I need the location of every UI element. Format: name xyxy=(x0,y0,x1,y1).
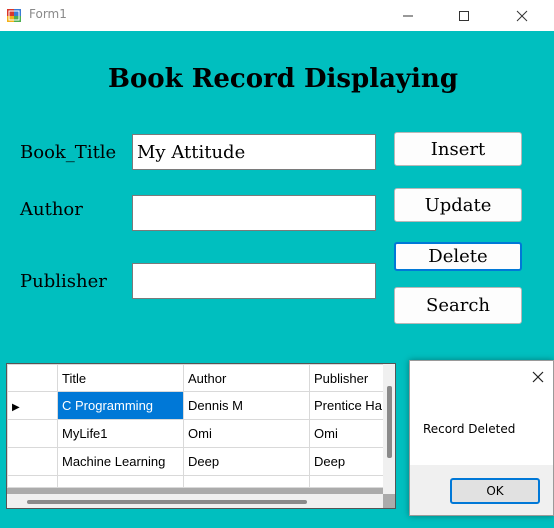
table-row[interactable]: MyLife1 Omi Omi xyxy=(7,419,387,448)
message-box-dialog: Record Deleted OK xyxy=(409,360,554,516)
grid-cell-publisher[interactable] xyxy=(309,475,387,488)
column-header-title[interactable]: Title xyxy=(57,364,184,392)
grid-vertical-scrollbar[interactable] xyxy=(383,364,395,494)
book-title-input[interactable] xyxy=(132,134,376,170)
minimize-button[interactable] xyxy=(385,0,431,31)
column-header-publisher[interactable]: Publisher xyxy=(309,364,387,392)
grid-cell-publisher[interactable]: Prentice Ha xyxy=(309,391,387,420)
close-window-button[interactable] xyxy=(499,0,545,31)
column-header-author[interactable]: Author xyxy=(183,364,310,392)
page-title: Book Record Displaying xyxy=(107,64,458,94)
windows-form-icon xyxy=(6,7,22,23)
grid-horizontal-scrollbar[interactable] xyxy=(7,494,383,508)
table-row[interactable]: ▶ C Programming Dennis M Prentice Ha xyxy=(7,391,387,420)
dialog-footer: OK xyxy=(410,465,553,515)
books-data-grid[interactable]: Title Author Publisher ▶ C Programming D… xyxy=(6,363,396,509)
row-header[interactable] xyxy=(7,475,58,488)
grid-cell-author[interactable]: Omi xyxy=(183,419,310,448)
new-row[interactable] xyxy=(7,475,387,488)
close-icon xyxy=(516,10,528,21)
table-row[interactable]: Machine Learning Deep Deep xyxy=(7,447,387,476)
dialog-message: Record Deleted xyxy=(423,422,516,436)
grid-cell-author[interactable] xyxy=(183,475,310,488)
row-header[interactable] xyxy=(7,447,58,476)
grid-corner-header xyxy=(7,364,58,392)
maximize-button[interactable] xyxy=(441,0,487,31)
dialog-close-button[interactable] xyxy=(528,367,548,387)
grid-cell-publisher[interactable]: Deep xyxy=(309,447,387,476)
window-title: Form1 xyxy=(29,7,67,21)
publisher-label: Publisher xyxy=(20,271,107,292)
maximize-icon xyxy=(459,10,469,21)
publisher-input[interactable] xyxy=(132,263,376,299)
minimize-icon xyxy=(403,15,413,16)
grid-header-row: Title Author Publisher xyxy=(7,364,387,392)
grid-cell-title[interactable] xyxy=(57,475,184,488)
grid-cell-author[interactable]: Deep xyxy=(183,447,310,476)
delete-button[interactable]: Delete xyxy=(394,242,522,271)
update-button[interactable]: Update xyxy=(394,188,522,222)
grid-cell-publisher[interactable]: Omi xyxy=(309,419,387,448)
grid-cell-author[interactable]: Dennis M xyxy=(183,391,310,420)
close-icon xyxy=(532,371,544,383)
grid-cell-title[interactable]: Machine Learning xyxy=(57,447,184,476)
grid-cell-title[interactable]: MyLife1 xyxy=(57,419,184,448)
search-button[interactable]: Search xyxy=(394,287,522,324)
vertical-scroll-thumb[interactable] xyxy=(387,386,392,458)
horizontal-scroll-thumb[interactable] xyxy=(27,500,307,504)
book-title-label: Book_Title xyxy=(20,142,117,163)
author-input[interactable] xyxy=(132,195,376,231)
insert-button[interactable]: Insert xyxy=(394,132,522,166)
grid-cell-title[interactable]: C Programming xyxy=(57,391,184,420)
row-header[interactable] xyxy=(7,419,58,448)
ok-button[interactable]: OK xyxy=(450,478,540,504)
window-titlebar[interactable]: Form1 xyxy=(0,0,554,31)
current-row-arrow-icon: ▶ xyxy=(12,402,20,413)
row-header[interactable]: ▶ xyxy=(7,391,58,420)
author-label: Author xyxy=(20,199,83,220)
